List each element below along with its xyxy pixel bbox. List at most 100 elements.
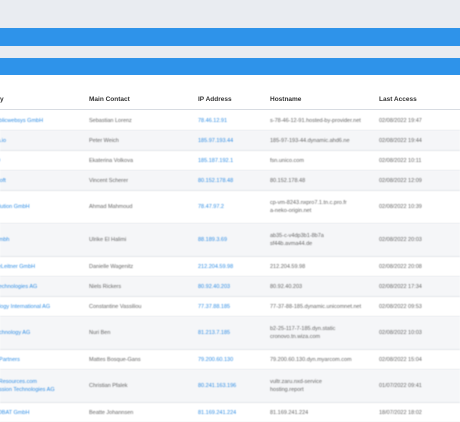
hostname: 80.92.40.203 <box>270 283 302 291</box>
last-access: 02/08/2022 19:44 <box>379 137 422 144</box>
hostname: s-78-46-12-91.hosted-by-provider.net <box>270 117 361 125</box>
main-contact: Niels Rickers <box>89 283 122 290</box>
table-row[interactable]: IOBAT GmbH Beatte Johannsen 81.169.241.224… <box>0 403 460 422</box>
hostname-line: sf44b.avma44.de <box>270 241 313 247</box>
top-background <box>0 0 460 28</box>
main-contact: Danielle Wagenitz <box>89 263 134 270</box>
table-row[interactable]: Technologies AG Niels Rickers 80.92.40.203… <box>0 277 460 297</box>
table-row[interactable]: ublicwebsys GmbH Sebastian Lorenz 78.46.12… <box>0 111 460 131</box>
hostname: 185-97-193-44.dynamic.ahd6.ne <box>270 137 350 145</box>
column-header-ip-address[interactable]: IP Address <box>198 96 232 103</box>
company-link-line[interactable]: reLeitner GmbH <box>0 263 35 271</box>
hostname-line: 81.169.241.224 <box>270 409 309 416</box>
hostname: fsn.unico.com <box>270 157 304 165</box>
hostname-line: cp-vm-8243.nxpro7.1.tn.c.pro.fr <box>270 200 347 206</box>
company-link-line[interactable]: ia.io <box>0 137 6 145</box>
hostname-line: 212.204.59.98 <box>270 263 306 270</box>
company-link[interactable]: reLeitner GmbH <box>0 263 35 271</box>
table-row[interactable]: OEkaterina Volkova185.187.192.1fsn.unico… <box>0 151 460 171</box>
hostname-line: b2-25-117-7-185.dyn.static <box>270 326 336 332</box>
hostname-line: hosting.report <box>270 387 304 393</box>
company-link-line[interactable]: ession Technologies AG <box>0 386 55 394</box>
last-access: 02/08/2022 09:53 <box>379 303 422 310</box>
ip-address-link[interactable]: 80.92.40.203 <box>198 283 230 291</box>
hostname: ab35-c-v4dp3b1-8b7a sf44b.avma44.de <box>270 232 324 248</box>
table-row[interactable]: gPartners Mattes Bosque-Gans 79.200.60.130… <box>0 350 460 370</box>
hostname: 77-37-88-185.dynamic.unicomnet.net <box>270 303 361 311</box>
hostname-line: s-78-46-12-91.hosted-by-provider.net <box>270 117 361 124</box>
company-link[interactable]: olution GmbH <box>0 203 30 211</box>
company-link[interactable]: Soft <box>0 177 6 185</box>
main-contact: Sebastian Lorenz <box>89 117 132 124</box>
company-link[interactable]: vResources.com ession Technologies AG <box>0 378 55 394</box>
company-link-line[interactable]: Jmbh <box>0 236 9 244</box>
hostname-line: vultr.zaru.nxd-service <box>270 379 322 385</box>
column-header-company[interactable]: ny <box>0 96 4 103</box>
column-header-main-contact[interactable]: Main Contact <box>89 96 130 103</box>
hostname: cp-vm-8243.nxpro7.1.tn.c.pro.fr a-neko-or… <box>270 199 347 215</box>
last-access: 01/07/2022 09:41 <box>379 383 422 389</box>
main-contact: Ahmad Mahmoud <box>89 204 133 210</box>
company-link[interactable]: echnology AG <box>0 329 30 337</box>
company-link[interactable]: ublicwebsys GmbH <box>0 117 43 125</box>
hostname-line: 80.152.178.48 <box>270 177 306 184</box>
main-contact: Mattes Bosque-Gans <box>89 356 141 363</box>
ip-address-link[interactable]: 212.204.59.98 <box>198 263 233 271</box>
table-row[interactable]: vResources.com ession Technologies AG Chri… <box>0 370 460 403</box>
main-contact: Constantine Vassiliou <box>89 303 142 310</box>
table-row[interactable]: olution GmbH Ahmad Mahmoud 78.47.97.2 cp-vm… <box>0 191 460 224</box>
company-link-line[interactable]: vResources.com <box>0 378 55 386</box>
last-access: 02/08/2022 20:08 <box>379 263 422 270</box>
hostname: 80.152.178.48 <box>270 177 305 185</box>
last-access: 02/08/2022 19:47 <box>379 117 422 124</box>
table-row[interactable]: reLeitner GmbH Danielle Wagenitz 212.204.5… <box>0 257 460 277</box>
table-row[interactable]: echnology AG Nuri Ben 81.213.7.185 b2-25-11… <box>0 317 460 350</box>
hostname: b2-25-117-7-185.dyn.static cronovo.tn.wiz… <box>270 325 335 341</box>
company-link[interactable]: ology International AG <box>0 303 50 311</box>
ip-address-link[interactable]: 80.241.163.196 <box>198 382 236 390</box>
table-row[interactable]: Jmbh Ulrike El Halimi 88.189.3.69 ab35-c-v4… <box>0 224 460 257</box>
ip-address-link[interactable]: 79.200.60.130 <box>198 356 233 364</box>
column-header-last-access[interactable]: Last Access <box>379 96 417 103</box>
table-row[interactable]: ia.io Peter Weich 185.97.193.44 185-97-193-… <box>0 131 460 151</box>
company-link-line[interactable]: IOBAT GmbH <box>0 409 29 417</box>
company-link-line[interactable]: echnology AG <box>0 329 30 337</box>
hostname: 79.200.60.130.dyn.myarcom.com <box>270 356 352 364</box>
table-row[interactable]: Soft Vincent Scherer 80.152.178.48 80.152.1… <box>0 171 460 191</box>
hostname: 81.169.241.224 <box>270 409 308 417</box>
main-contact: Ekaterina Volkova <box>89 157 134 164</box>
company-link[interactable]: IOBAT GmbH <box>0 409 29 417</box>
table-row[interactable]: ology International AG Constantine Vassil… <box>0 297 460 317</box>
company-link-line[interactable]: olution GmbH <box>0 203 30 211</box>
ip-address-link[interactable]: 81.213.7.185 <box>198 329 230 337</box>
last-access: 02/08/2022 10:11 <box>379 157 422 164</box>
ip-address-link[interactable]: 81.169.241.224 <box>198 409 236 417</box>
hostname: 212.204.59.98 <box>270 263 305 271</box>
ip-address-link[interactable]: 77.37.88.185 <box>198 303 230 311</box>
company-link-line[interactable]: Soft <box>0 177 6 185</box>
last-access: 18/07/2022 18:02 <box>379 409 422 416</box>
ip-address-link[interactable]: 80.152.178.48 <box>198 177 233 185</box>
ip-address-link[interactable]: 88.189.3.69 <box>198 236 227 244</box>
ip-address-link[interactable]: 185.97.193.44 <box>198 137 233 145</box>
hostname-line: 80.92.40.203 <box>270 283 303 290</box>
company-link-line[interactable]: gPartners <box>0 356 20 364</box>
company-link[interactable]: ia.io <box>0 137 6 145</box>
company-link-line[interactable]: ublicwebsys GmbH <box>0 117 43 125</box>
company-link-line[interactable]: Technologies AG <box>0 283 37 291</box>
hostname-line: fsn.unico.com <box>270 157 304 164</box>
ip-address-link[interactable]: 78.46.12.91 <box>198 117 227 125</box>
company-link-line[interactable]: ology International AG <box>0 303 50 311</box>
secondary-toolbar-bar <box>0 58 460 75</box>
table-header: ny Main Contact IP Address Hostname Last… <box>0 88 460 110</box>
last-access: 02/08/2022 12:09 <box>379 177 422 184</box>
company-link[interactable]: gPartners <box>0 356 20 364</box>
company-link[interactable]: Jmbh <box>0 236 9 244</box>
hostname-line: 185-97-193-44.dynamic.ahd6.ne <box>270 137 350 144</box>
column-header-hostname[interactable]: Hostname <box>270 96 301 103</box>
primary-toolbar-bar <box>0 28 460 46</box>
ip-address-link[interactable]: 78.47.97.2 <box>198 203 224 211</box>
ip-address-link[interactable]: 185.187.192.1 <box>198 157 233 165</box>
customer-table: ublicwebsys GmbH Sebastian Lorenz 78.46.12… <box>0 111 460 422</box>
company-link[interactable]: Technologies AG <box>0 283 37 291</box>
